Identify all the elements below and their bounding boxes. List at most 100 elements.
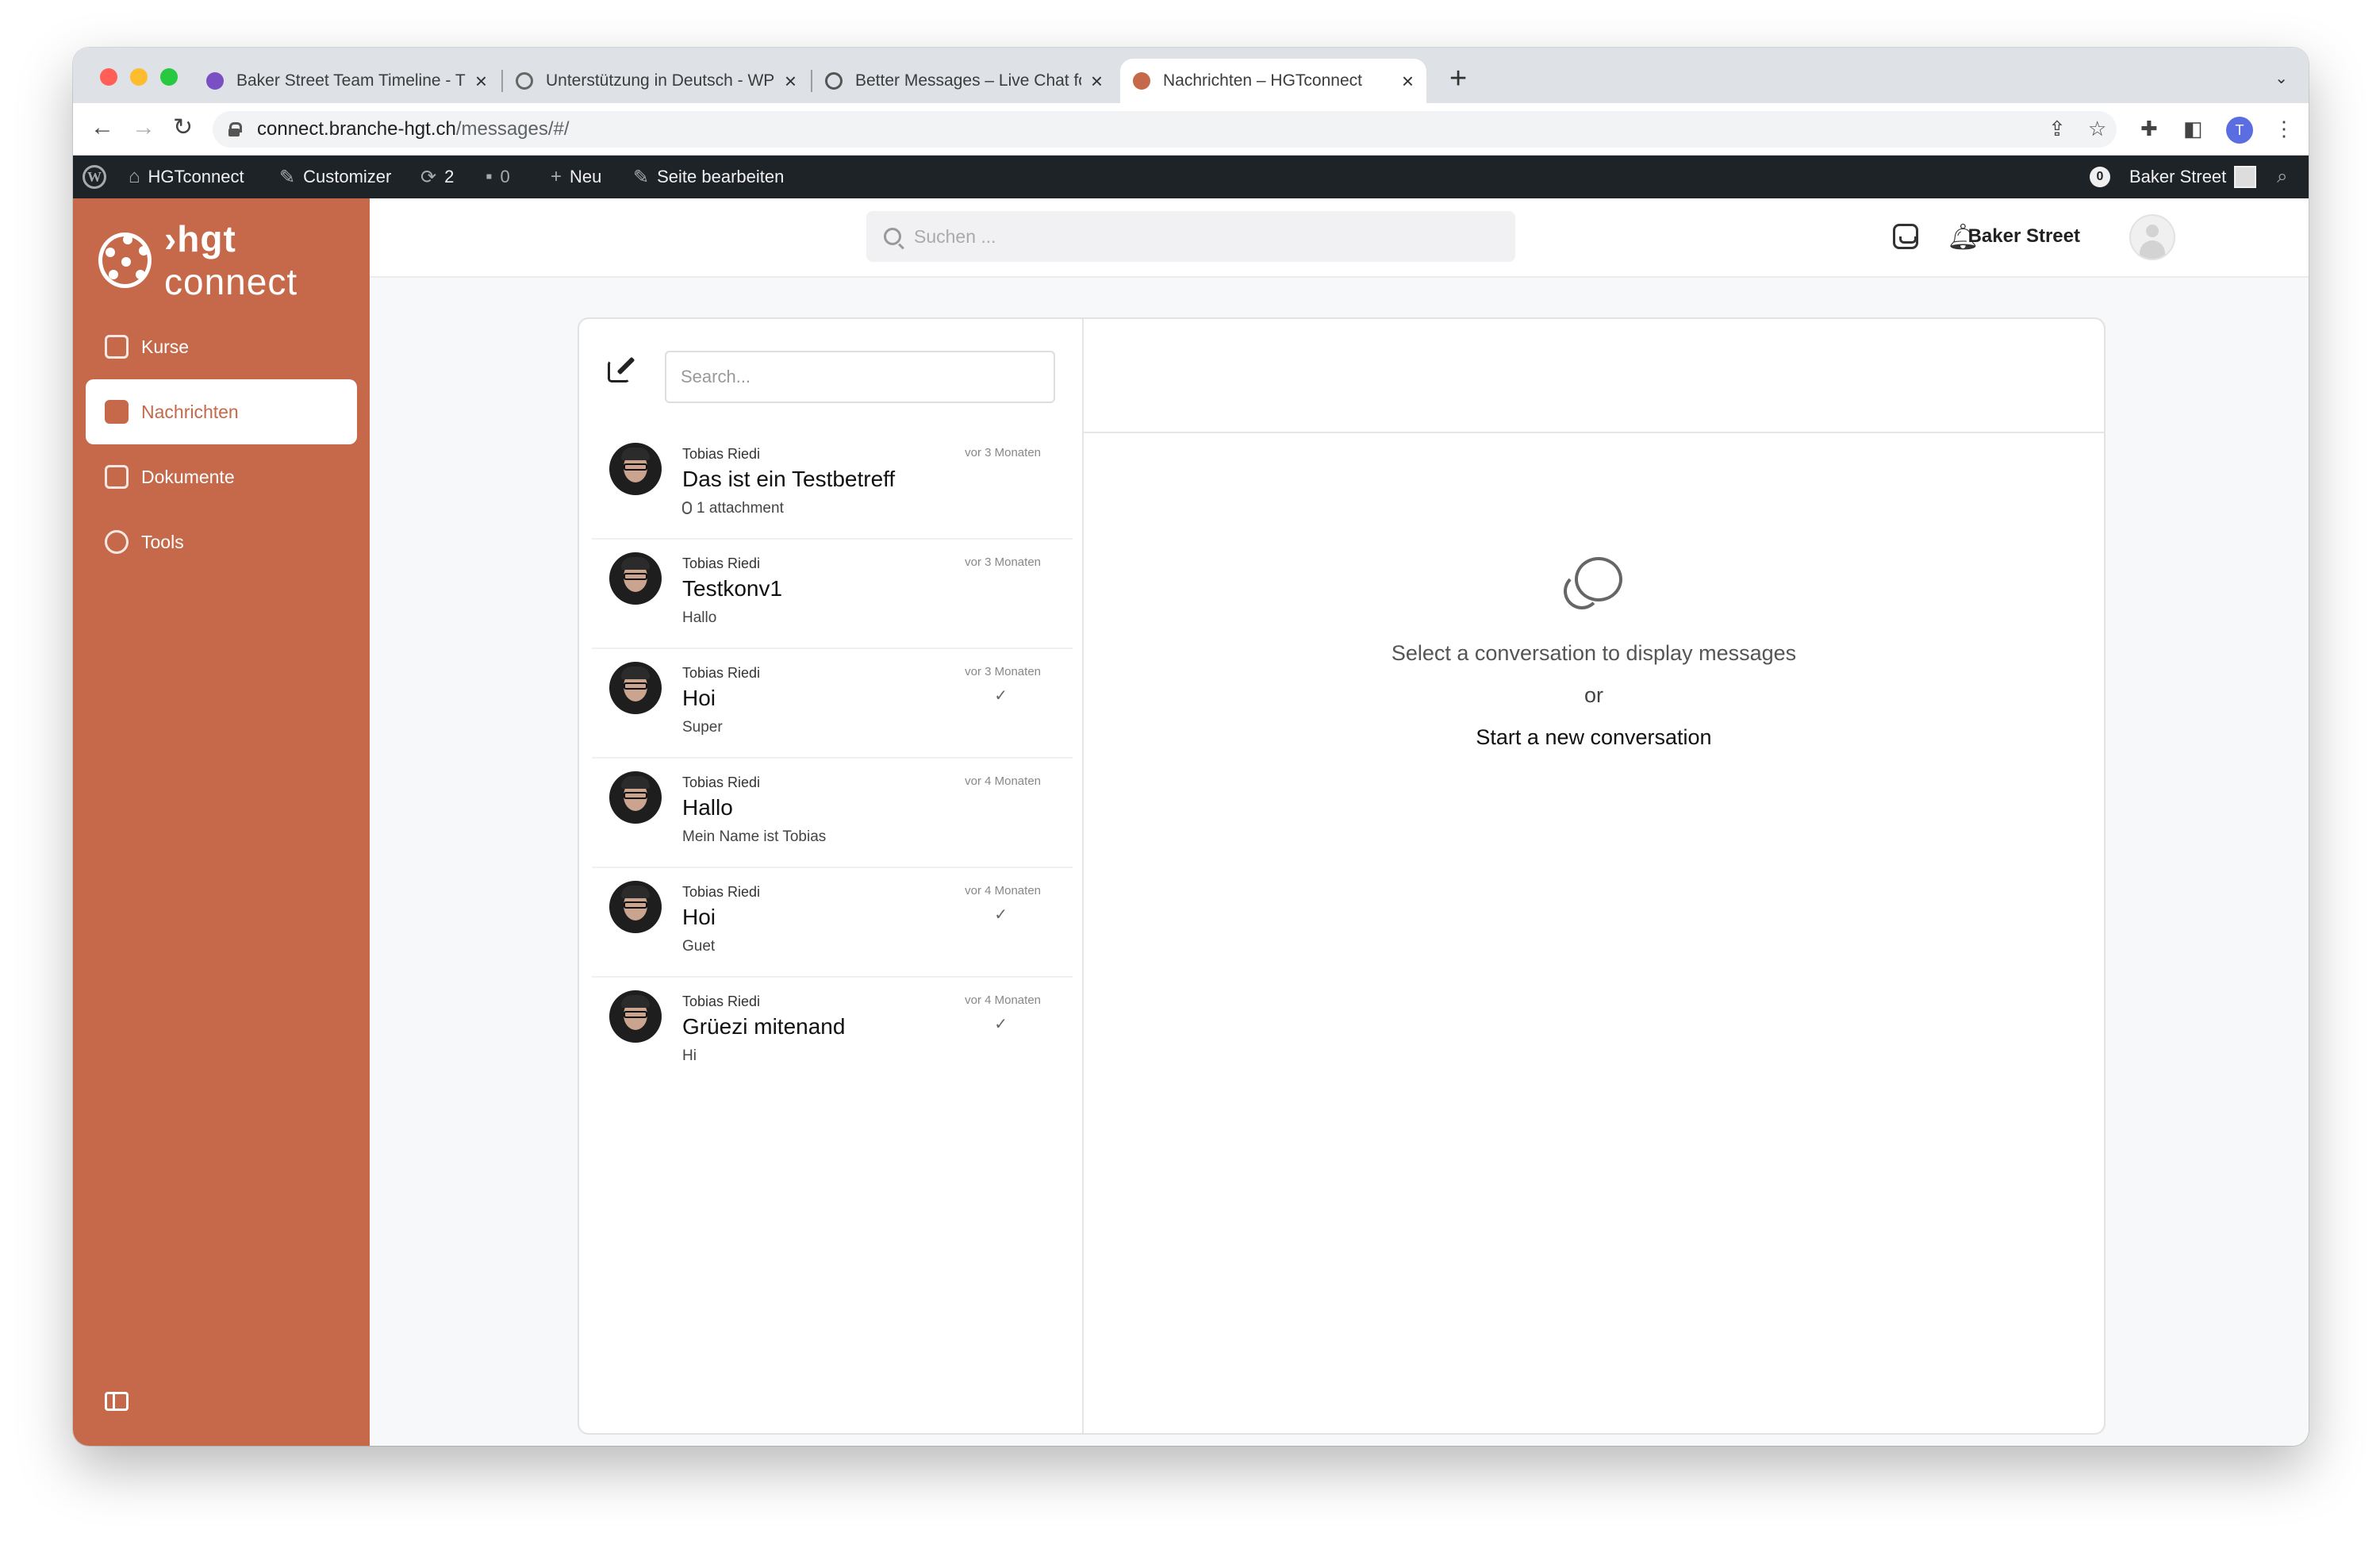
browser-toolbar: ← → ↻ connect.branche-hgt.ch/messages/#/… <box>73 103 2309 156</box>
sidebar-item-label: Dokumente <box>141 466 235 487</box>
notifications-link[interactable]: 0 <box>2090 156 2110 198</box>
customizer-link[interactable]: ✎ Customizer <box>279 156 391 198</box>
conversation-preview: Mein Name ist Tobias <box>682 828 827 845</box>
conversation-time: vor 4 Monaten <box>965 993 1041 1007</box>
close-window-button[interactable] <box>100 68 117 86</box>
conversation-preview: Super <box>682 719 723 736</box>
wp-admin-bar: W ⌂ HGTconnect ✎ Customizer ⟳ 2 ▪ 0 + Ne… <box>73 156 2309 198</box>
site-name-link[interactable]: ⌂ HGTconnect <box>129 156 244 198</box>
new-content-link[interactable]: + Neu <box>551 156 601 198</box>
pencil-icon: ✎ <box>633 166 650 188</box>
sidebar: ›hgt connect Kurse Nachrichten Dokumente… <box>73 198 370 1446</box>
site-name: HGTconnect <box>148 167 244 186</box>
back-arrow-icon[interactable]: ← <box>90 116 114 140</box>
conversation-item[interactable]: Tobias Riedi vor 3 Monaten Testkonv1 Hal… <box>592 540 1073 649</box>
tab-nachrichten[interactable]: Nachrichten – HGTconnect × <box>1120 59 1426 103</box>
tab-baker-street-timeline[interactable]: Baker Street Team Timeline - T × <box>194 59 500 103</box>
conversation-time: vor 3 Monaten <box>965 446 1041 459</box>
conversation-subject: Hoi <box>682 905 716 929</box>
conversation-subject: Hallo <box>682 795 733 820</box>
tab-search-chevron-icon[interactable]: ⌄ <box>2274 68 2288 88</box>
site-search-placeholder: Suchen ... <box>914 225 996 247</box>
close-icon[interactable]: × <box>1402 69 1414 94</box>
conversation-time: vor 4 Monaten <box>965 774 1041 788</box>
new-tab-button[interactable]: + <box>1449 63 1467 94</box>
address-bar[interactable]: connect.branche-hgt.ch/messages/#/ <box>213 111 2117 148</box>
inbox-tray-icon[interactable] <box>1893 224 1918 249</box>
conversation-search-input[interactable] <box>665 351 1055 403</box>
admin-search-button[interactable]: ⌕ <box>2277 156 2287 198</box>
folder-icon <box>105 465 129 489</box>
minimize-window-button[interactable] <box>130 68 148 86</box>
updates-count: 2 <box>444 167 455 186</box>
conversation-item[interactable]: Tobias Riedi vor 4 Monaten ✓ Hoi Guet <box>592 868 1073 978</box>
edit-page-label: Seite bearbeiten <box>657 167 785 186</box>
updates-link[interactable]: ⟳ 2 <box>420 156 454 198</box>
sender-avatar <box>609 990 662 1043</box>
sidebar-item-dokumente[interactable]: Dokumente <box>86 444 357 509</box>
new-label: Neu <box>570 167 602 186</box>
comments-link[interactable]: ▪ 0 <box>486 156 510 198</box>
header-user-name[interactable]: Baker Street <box>1937 225 2080 248</box>
site-search-input[interactable]: Suchen ... <box>866 211 1515 262</box>
chat-bubbles-icon <box>1564 557 1624 617</box>
thread-header <box>1084 319 2104 433</box>
read-check-icon: ✓ <box>994 687 1008 705</box>
sidebar-item-label: Nachrichten <box>141 401 239 422</box>
timeline-favicon-icon <box>206 72 224 90</box>
sidebar-collapse-icon[interactable] <box>105 1392 129 1411</box>
empty-state-message: Select a conversation to display message… <box>1391 641 1797 665</box>
conversation-preview-text: 1 attachment <box>697 500 784 517</box>
conversation-item[interactable]: Tobias Riedi vor 3 Monaten ✓ Hoi Super <box>592 649 1073 759</box>
window-controls <box>100 68 178 86</box>
empty-state: Select a conversation to display message… <box>1084 557 2104 750</box>
extensions-puzzle-icon[interactable]: ✚ <box>2140 114 2158 143</box>
close-icon[interactable]: × <box>475 69 487 94</box>
start-new-conversation-link[interactable]: Start a new conversation <box>1084 725 2104 750</box>
conversation-item[interactable]: Tobias Riedi vor 4 Monaten Hallo Mein Na… <box>592 759 1073 868</box>
tab-label: Nachrichten – HGTconnect <box>1163 71 1362 90</box>
reload-icon[interactable]: ↻ <box>173 116 193 140</box>
message-thread-pane: Select a conversation to display message… <box>1084 319 2104 1433</box>
tab-unterstuetzung[interactable]: Unterstützung in Deutsch - WP × <box>503 59 809 103</box>
close-icon[interactable]: × <box>785 69 797 94</box>
conversation-subject: Testkonv1 <box>682 576 783 601</box>
lock-icon <box>228 122 242 136</box>
search-icon: ⌕ <box>2277 166 2288 187</box>
notification-count-badge: 0 <box>2090 167 2110 187</box>
site-logo[interactable]: ›hgt connect <box>98 217 370 303</box>
maximize-window-button[interactable] <box>160 68 178 86</box>
compose-new-message-icon[interactable] <box>608 355 636 384</box>
my-account-link[interactable]: Baker Street <box>2129 156 2257 198</box>
sidebar-item-nachrichten[interactable]: Nachrichten <box>86 379 357 444</box>
sidebar-item-tools[interactable]: Tools <box>86 509 357 575</box>
network-logo-icon <box>98 232 152 288</box>
conversation-sender: Tobias Riedi <box>682 665 761 681</box>
profile-avatar[interactable]: T <box>2226 117 2253 144</box>
comment-bubble-icon: ▪ <box>486 166 493 187</box>
forward-arrow-icon[interactable]: → <box>132 116 155 140</box>
conversation-item[interactable]: Tobias Riedi vor 3 Monaten Das ist ein T… <box>592 430 1073 540</box>
conversation-sender: Tobias Riedi <box>682 884 761 900</box>
close-icon[interactable]: × <box>1091 69 1103 94</box>
share-icon[interactable]: ⇪ <box>2048 114 2066 143</box>
sender-avatar <box>609 771 662 824</box>
sender-avatar <box>609 881 662 933</box>
edit-page-link[interactable]: ✎ Seite bearbeiten <box>633 156 784 198</box>
comments-count: 0 <box>500 167 510 186</box>
header-avatar[interactable] <box>2129 214 2175 260</box>
messages-panel: Tobias Riedi vor 3 Monaten Das ist ein T… <box>578 317 2106 1435</box>
conversation-sender: Tobias Riedi <box>682 774 761 790</box>
site-header: Suchen ... 🔔︎ Baker Street <box>370 198 2309 278</box>
sidebar-item-kurse[interactable]: Kurse <box>86 314 357 379</box>
customizer-label: Customizer <box>303 167 392 186</box>
side-panel-icon[interactable]: ◧ <box>2183 114 2203 143</box>
wordpress-menu[interactable]: W <box>83 156 106 198</box>
logo-text-bold: ›hgt <box>163 218 236 259</box>
bookmark-star-icon[interactable]: ☆ <box>2088 114 2106 143</box>
conversation-list: Tobias Riedi vor 3 Monaten Das ist ein T… <box>579 319 1084 1433</box>
conversation-item[interactable]: Tobias Riedi vor 4 Monaten ✓ Grüezi mite… <box>592 978 1073 1087</box>
sender-avatar <box>609 662 662 714</box>
tab-better-messages[interactable]: Better Messages – Live Chat fo × <box>812 59 1115 103</box>
more-menu-icon[interactable]: ⋮ <box>2274 114 2294 143</box>
